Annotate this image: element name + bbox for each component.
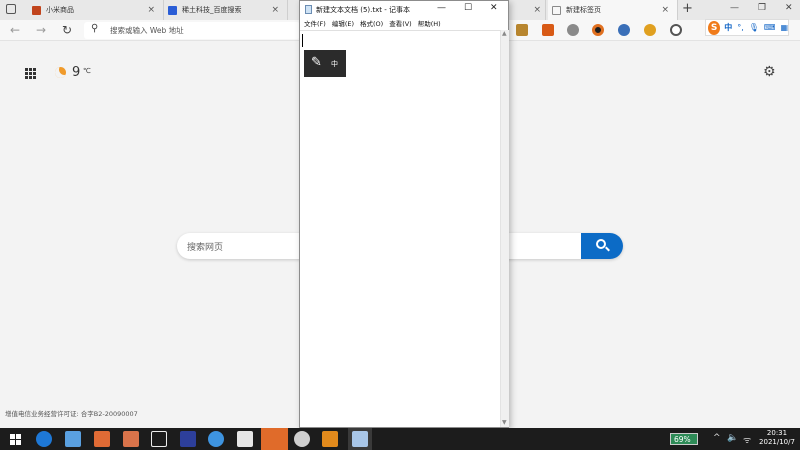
ime-handwriting-popup[interactable]: ✎ 中 <box>304 50 346 77</box>
menu-file[interactable]: 文件(F) <box>304 18 326 30</box>
notepad-maximize-button[interactable]: ☐ <box>464 3 472 13</box>
refresh-button[interactable]: ↻ <box>62 23 72 37</box>
tab-close-icon[interactable]: × <box>661 5 669 15</box>
windows-taskbar: 69% ^ 🔈 ᯤ <box>0 428 800 450</box>
search-icon: ⚲ <box>91 23 99 34</box>
microphone-icon[interactable]: 🎙 <box>749 23 759 32</box>
menu-help[interactable]: 帮助(H) <box>418 18 441 30</box>
notepad-app-icon <box>305 5 312 14</box>
temperature-value[interactable]: 9 <box>72 65 80 80</box>
extension-icon[interactable] <box>542 24 554 36</box>
ime-mode-label: 中 <box>331 60 338 68</box>
capcut-icon[interactable] <box>151 431 167 447</box>
browser-close-button[interactable]: ✕ <box>785 3 793 13</box>
extension-icon[interactable] <box>644 24 656 36</box>
scroll-down-icon[interactable]: ▼ <box>502 419 507 426</box>
notepad-title: 新建文本文档 (5).txt - 记事本 <box>316 6 410 14</box>
icp-license-text[interactable]: 增值电信业务经营许可证: 合字B2-20090007 <box>5 408 138 418</box>
tab-baidu-search[interactable]: 稀土科技_百度搜索 × <box>164 0 288 20</box>
browser-maximize-button[interactable]: ❐ <box>758 3 766 13</box>
extension-icon[interactable] <box>670 24 682 36</box>
settings-app-icon[interactable] <box>294 431 310 447</box>
notepad-text-area[interactable]: ✎ 中 <box>300 30 500 427</box>
windows-start-icon[interactable] <box>10 434 21 445</box>
wechat-active-icon[interactable] <box>261 428 288 450</box>
pen-icon: ✎ <box>311 55 322 70</box>
tab-label: 小米商品 <box>46 6 74 14</box>
menu-view[interactable]: 查看(V) <box>389 18 412 30</box>
notepad-icon <box>352 431 368 447</box>
xiaomi-favicon-icon <box>32 5 41 15</box>
ime-toolbar: S 中 °, 🎙 ⌨ ▦ <box>705 19 789 36</box>
notepad-vertical-scrollbar[interactable]: ▲ ▼ <box>500 30 509 427</box>
keyboard-icon[interactable]: ⌨ <box>764 23 776 32</box>
app-icon[interactable] <box>322 431 338 447</box>
tab-xiaomi[interactable]: 小米商品 × <box>28 0 164 20</box>
clock-date[interactable]: 2021/10/7 <box>754 438 800 446</box>
search-placeholder: 搜索网页 <box>187 243 224 253</box>
apps-launcher-icon[interactable] <box>25 68 36 79</box>
extension-icon[interactable] <box>592 24 604 36</box>
battery-percent: 69% <box>674 435 691 444</box>
notepad-menu-bar: 文件(F) 编辑(E) 格式(O) 查看(V) 帮助(H) <box>300 18 508 30</box>
notepad-window: 新建文本文档 (5).txt - 记事本 — ☐ ✕ 文件(F) 编辑(E) 格… <box>299 0 509 428</box>
new-tab-button[interactable]: + <box>682 1 693 16</box>
scroll-up-icon[interactable]: ▲ <box>502 30 507 37</box>
back-button[interactable]: ← <box>10 23 20 37</box>
moon-weather-icon <box>55 67 66 78</box>
browser-minimize-button[interactable]: — <box>730 3 739 13</box>
tab-close-icon[interactable]: × <box>271 5 279 15</box>
photoshop-icon[interactable] <box>180 431 196 447</box>
baidu-favicon-icon <box>168 5 177 15</box>
forward-button[interactable]: → <box>36 23 46 37</box>
calculator-icon[interactable] <box>65 431 81 447</box>
app-icon[interactable] <box>94 431 110 447</box>
menu-format[interactable]: 格式(O) <box>360 18 383 30</box>
tab-label: 新建标签页 <box>566 6 601 14</box>
temperature-unit: ℃ <box>83 67 91 75</box>
tab-close-icon[interactable]: × <box>147 5 155 15</box>
punctuation-icon[interactable]: °, <box>737 23 744 32</box>
monitor-app-icon[interactable] <box>237 431 253 447</box>
address-input[interactable]: ⚲ 搜索或输入 Web 地址 <box>84 22 300 39</box>
extension-icon[interactable] <box>516 24 528 36</box>
edge-icon[interactable] <box>36 431 52 447</box>
tab-hidden[interactable]: × <box>509 0 546 20</box>
tab-actions-icon[interactable] <box>6 4 16 14</box>
notepad-minimize-button[interactable]: — <box>437 3 446 13</box>
extension-icon[interactable] <box>618 24 630 36</box>
volume-icon[interactable]: 🔈 <box>727 433 738 443</box>
text-caret <box>302 34 303 47</box>
clock-time[interactable]: 20:31 <box>759 429 795 437</box>
wifi-icon[interactable]: ᯤ <box>743 433 751 446</box>
app-icon[interactable] <box>208 431 224 447</box>
notepad-title-bar[interactable]: 新建文本文档 (5).txt - 记事本 — ☐ ✕ <box>300 1 508 18</box>
notepad-close-button[interactable]: ✕ <box>490 3 498 13</box>
tab-close-icon[interactable]: × <box>533 5 541 15</box>
search-button[interactable] <box>581 233 623 259</box>
menu-edit[interactable]: 编辑(E) <box>332 18 354 30</box>
new-tab-favicon-icon <box>552 5 561 15</box>
tab-label: 稀土科技_百度搜索 <box>182 6 242 14</box>
file-explorer-icon[interactable] <box>123 431 139 447</box>
toolbox-icon[interactable]: ▦ <box>780 23 788 32</box>
ime-mode-toggle[interactable]: 中 <box>724 22 732 33</box>
sogou-logo-icon[interactable]: S <box>708 20 721 35</box>
tray-chevron-icon[interactable]: ^ <box>713 433 721 443</box>
gear-icon[interactable]: ⚙ <box>763 64 776 80</box>
battery-indicator[interactable]: 69% <box>670 433 698 445</box>
tab-new-tab[interactable]: 新建标签页 × <box>548 0 678 20</box>
extension-icon[interactable] <box>567 24 579 36</box>
address-placeholder: 搜索或输入 Web 地址 <box>110 26 184 35</box>
